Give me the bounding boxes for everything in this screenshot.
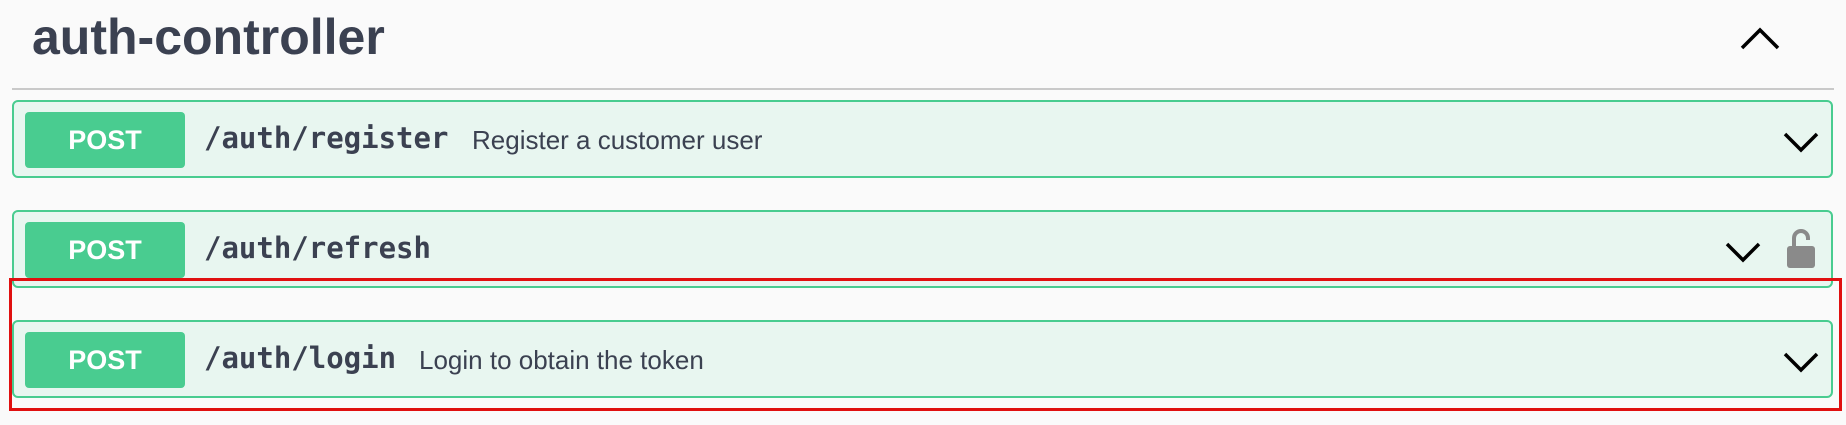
operation-path: /auth/refresh: [204, 231, 431, 265]
opblock-auth-login[interactable]: POST /auth/login Login to obtain the tok…: [12, 320, 1833, 398]
operation-path: /auth/register: [204, 121, 449, 155]
method-badge: POST: [25, 222, 185, 278]
method-badge: POST: [25, 112, 185, 168]
method-badge: POST: [25, 332, 185, 388]
operation-summary: Register a customer user: [472, 125, 763, 155]
operation-summary: Login to obtain the token: [419, 345, 704, 375]
opblock-auth-refresh[interactable]: POST /auth/refresh: [12, 210, 1833, 288]
opblock-auth-register[interactable]: POST /auth/register Register a customer …: [12, 100, 1833, 178]
unlocked-padlock-icon[interactable]: [1785, 228, 1817, 270]
section-title: auth-controller: [32, 9, 385, 65]
chevron-up-icon[interactable]: [1738, 20, 1782, 56]
chevron-down-icon[interactable]: [1781, 126, 1821, 156]
section-header[interactable]: auth-controller: [12, 0, 1834, 90]
chevron-down-icon[interactable]: [1781, 346, 1821, 376]
operation-path: /auth/login: [204, 341, 397, 375]
chevron-down-icon[interactable]: [1723, 236, 1763, 266]
